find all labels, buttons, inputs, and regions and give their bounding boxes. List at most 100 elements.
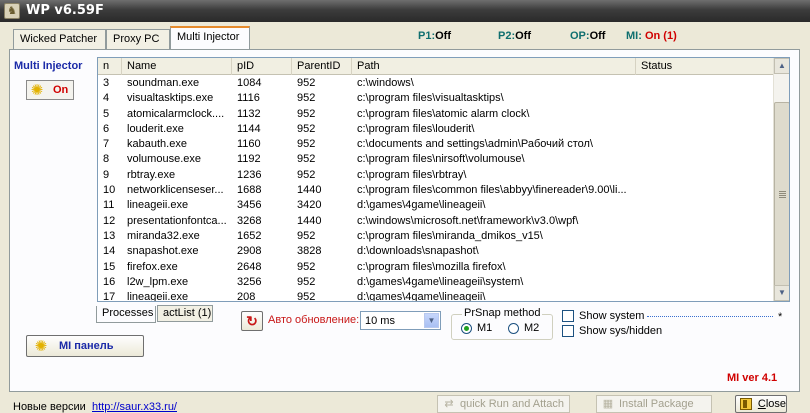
cell-n: 15 [103,260,116,273]
table-row[interactable]: 9 rbtray.exe 1236 952 c:\program files\rbtra… [98,168,774,183]
table-row[interactable]: 3 soundman.exe 1084 952 c:\windows\ [98,76,774,91]
download-link[interactable]: http://saur.x33.ru/ [92,401,177,413]
cell-n: 12 [103,214,116,227]
table-row[interactable]: 6 louderit.exe 1144 952 c:\program files\lou… [98,122,774,137]
mi-on-toggle[interactable]: ✺ On [26,80,74,100]
refresh-interval-select[interactable]: 10 ms ▼ [360,311,441,330]
tab-proxy-pc[interactable]: Proxy PC [106,29,170,49]
vertical-scrollbar[interactable]: ▲ ▼ [773,58,789,301]
list-body: 3 soundman.exe 1084 952 c:\windows\ 4 visualta… [98,76,774,301]
table-row[interactable]: 5 atomicalarmclock.... 1132 952 c:\program f… [98,107,774,122]
tab-processes[interactable]: Processes [96,306,156,323]
mi-version: MI ver 4.1 [727,372,778,384]
show-sys-hidden-checkbox[interactable] [562,325,574,337]
m1-label[interactable]: M1 [477,322,492,334]
cell-pid: 1084 [237,77,262,89]
col-status[interactable]: Status [636,58,774,75]
scroll-down-button[interactable]: ▼ [774,285,789,301]
cell-pid: 1132 [237,107,261,120]
list-header: n Name pID ParentID Path Status [98,58,774,75]
col-pid[interactable]: pID [232,58,292,75]
cell-status [636,168,774,183]
show-sys-hidden-label[interactable]: Show sys/hidden [579,325,662,337]
col-n[interactable]: n [98,58,122,75]
cell-pid: 1652 [237,229,262,242]
table-row[interactable]: 13 miranda32.exe 1652 952 c:\program files\m… [98,229,774,244]
col-path[interactable]: Path [352,58,636,75]
mi-panel-button[interactable]: ✺ MI панель [26,335,144,357]
tab-actlist[interactable]: actList (1) [157,305,213,322]
cell-status [636,183,774,198]
cell-parentid: 952 [297,168,316,181]
cell-n: 6 [103,122,110,135]
cell-name: networklicenseser... [127,184,224,197]
cell-parentid: 952 [297,260,316,273]
m2-radio[interactable] [508,323,519,334]
multi-injector-title: Multi Injector [14,60,83,72]
cell-name: snapashot.exe [127,245,199,258]
cell-status [636,290,774,301]
table-row[interactable]: 16 l2w_lpm.exe 3256 952 d:\games\4game\linea… [98,275,774,290]
tab-wicked-patcher[interactable]: Wicked Patcher [13,29,106,49]
cell-status [636,107,774,122]
m1-radio[interactable] [461,323,472,334]
cell-path: c:\program files\atomic alarm clock\ [357,107,530,120]
table-row[interactable]: 17 lineageii.exe 208 952 d:\games\4game\line… [98,290,774,301]
close-button[interactable]: Close [735,395,787,413]
cell-pid: 3268 [237,214,262,227]
chevron-down-icon[interactable]: ▼ [424,313,439,328]
cell-path: c:\program files\rbtray\ [357,168,467,181]
process-list[interactable]: n Name pID ParentID Path Status 3 soundma… [97,57,790,302]
table-row[interactable]: 12 presentationfontca... 3268 1440 c:\window… [98,214,774,229]
cell-name: presentationfontca... [127,214,227,227]
table-row[interactable]: 11 lineageii.exe 3456 3420 d:\games\4game\li… [98,198,774,213]
cell-n: 5 [103,107,110,120]
cell-name: miranda32.exe [127,229,200,242]
cell-path: c:\program files\visualtasktips\ [357,92,504,105]
cell-path: c:\windows\microsoft.net\framework\v3.0\… [357,214,579,227]
scroll-up-button[interactable]: ▲ [774,58,789,74]
cell-pid: 1688 [237,184,262,197]
col-name[interactable]: Name [122,58,232,75]
m2-label[interactable]: M2 [524,322,539,334]
show-system-checkbox[interactable] [562,310,574,322]
cell-status [636,76,774,91]
cell-path: c:\program files\miranda_dmikos_v15\ [357,229,543,242]
refresh-button[interactable]: ↻ [241,311,263,331]
cell-n: 9 [103,168,110,181]
tab-multi-injector[interactable]: Multi Injector [170,26,250,49]
table-row[interactable]: 15 firefox.exe 2648 952 c:\program files\moz… [98,260,774,275]
table-row[interactable]: 4 visualtasktips.exe 1116 952 c:\program fil… [98,91,774,106]
cell-n: 13 [103,229,116,242]
door-icon [740,398,752,410]
refresh-interval-value: 10 ms [365,315,395,327]
p2-status: P2:Off [498,30,532,42]
cell-name: l2w_lpm.exe [127,275,189,288]
install-label: Install Package [619,398,694,410]
cell-status [636,137,774,152]
show-system-label[interactable]: Show system [579,310,644,322]
cell-path: d:\downloads\snapashot\ [357,245,479,258]
close-hotkey: C [757,398,766,410]
cell-name: volumouse.exe [127,153,201,166]
table-row[interactable]: 14 snapashot.exe 2908 3828 d:\downloads\snap… [98,244,774,259]
cell-path: c:\program files\nirsoft\volumouse\ [357,153,525,166]
cell-name: soundman.exe [127,77,200,89]
cell-status [636,244,774,259]
table-row[interactable]: 7 kabauth.exe 1160 952 c:\documents and sett… [98,137,774,152]
title-bar[interactable]: ♞ WP v6.59F [0,0,810,22]
app-icon[interactable]: ♞ [4,3,20,19]
cell-status [636,214,774,229]
table-row[interactable]: 8 volumouse.exe 1192 952 c:\program files\ni… [98,152,774,167]
install-package-button[interactable]: ▦ Install Package [596,395,712,413]
cell-n: 11 [103,199,115,212]
scroll-thumb[interactable] [774,102,789,289]
cell-status [636,91,774,106]
col-parentid[interactable]: ParentID [292,58,352,75]
table-row[interactable]: 10 networklicenseser... 1688 1440 c:\program… [98,183,774,198]
cell-path: c:\documents and settings\admin\Рабочий … [357,138,593,151]
cell-pid: 3456 [237,199,262,212]
quick-run-attach-button[interactable]: ⇄ quick Run and Attach [437,395,570,413]
cell-status [636,275,774,290]
cell-parentid: 952 [297,153,316,166]
